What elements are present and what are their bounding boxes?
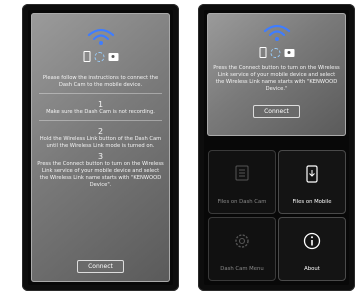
divider <box>39 93 162 95</box>
files-on-mobile-label: Files on Mobile <box>292 199 332 205</box>
connect-button[interactable]: Connect <box>77 260 124 273</box>
phone-icon <box>259 47 266 58</box>
step-number-2: 2 <box>97 127 104 137</box>
right-screen: Press the Connect button to turn on the … <box>204 10 349 285</box>
connect-button[interactable]: Connect <box>253 105 300 119</box>
device-icons <box>83 51 118 62</box>
divider <box>39 120 162 122</box>
connection-panel: Press the Connect button to turn on the … <box>207 13 346 136</box>
mobile-files-icon <box>306 165 318 183</box>
files-on-dash-cam-label: Files on Dash Cam <box>217 199 267 205</box>
step-number-1: 1 <box>97 100 104 110</box>
link-icon <box>270 47 280 58</box>
camera-icon <box>108 52 118 61</box>
about-tile[interactable]: About <box>278 217 346 281</box>
dashcam-files-icon <box>235 165 249 181</box>
dash-cam-menu-label: Dash Cam Menu <box>220 266 264 272</box>
about-label: About <box>304 266 320 272</box>
files-on-mobile-tile[interactable]: Files on Mobile <box>278 150 346 214</box>
left-screen: Please follow the instructions to connec… <box>28 10 173 285</box>
step-text-3: Press the Connect button to turn on the … <box>37 161 164 189</box>
link-icon <box>94 51 104 62</box>
instruction-text: Please follow the instructions to connec… <box>42 75 159 89</box>
wifi-icon <box>87 28 114 45</box>
camera-icon <box>284 48 294 57</box>
wireless-link-illustration <box>207 13 346 65</box>
wifi-icon <box>263 24 290 41</box>
step-number-3: 3 <box>97 152 104 162</box>
phone-icon <box>83 51 90 62</box>
info-icon <box>303 232 321 250</box>
device-icons <box>259 47 294 58</box>
phone-left: Please follow the instructions to connec… <box>22 4 179 291</box>
wireless-link-illustration <box>31 13 170 75</box>
gear-icon <box>235 234 249 248</box>
files-on-dash-cam-tile[interactable]: Files on Dash Cam <box>208 150 276 214</box>
dash-cam-menu-tile[interactable]: Dash Cam Menu <box>208 217 276 281</box>
instruction-text: Press the Connect button to turn on the … <box>213 65 340 93</box>
connection-instructions-panel: Please follow the instructions to connec… <box>31 13 170 282</box>
step-text-2: Hold the Wireless Link button of the Das… <box>39 136 162 150</box>
phone-right: Press the Connect button to turn on the … <box>198 4 355 291</box>
step-text-1: Make sure the Dash Cam is not recording. <box>46 109 155 116</box>
